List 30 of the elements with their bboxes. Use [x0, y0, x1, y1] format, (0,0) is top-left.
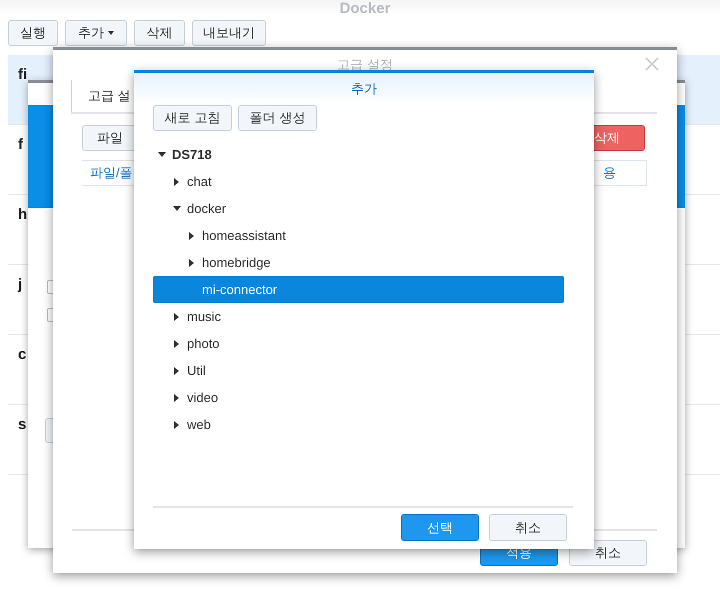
toolbar-button[interactable]: 삭제 [134, 20, 185, 46]
tree-item[interactable]: music [153, 303, 564, 330]
tree-item[interactable]: homeassistant [153, 222, 564, 249]
container-name: j [18, 276, 22, 293]
toolbar-button[interactable]: 내보내기 [192, 20, 266, 46]
container-name: f [18, 136, 23, 153]
expanded-arrow-icon[interactable] [157, 150, 167, 160]
dialog-button[interactable]: 취소 [489, 514, 567, 541]
tree-item[interactable]: docker [153, 195, 564, 222]
tree-item[interactable]: video [153, 384, 564, 411]
tree-item[interactable]: Util [153, 357, 564, 384]
dialog-title-bar: 추가 [134, 73, 594, 105]
container-name: h [18, 206, 28, 223]
toolbar-button[interactable]: 추가 [65, 20, 127, 46]
caret-icon [108, 31, 114, 35]
toolbar-button[interactable]: 새로 고침 [153, 105, 232, 131]
window-title: Docker [338, 0, 392, 18]
container-name: c [18, 346, 26, 363]
tree-item[interactable]: homebridge [153, 249, 564, 276]
container-name: s [18, 416, 26, 433]
column-header[interactable]: 용 [603, 161, 647, 185]
toolbar-button[interactable]: 폴더 생성 [238, 105, 317, 131]
expanded-arrow-icon[interactable] [172, 204, 182, 214]
tree-item[interactable]: web [153, 411, 564, 438]
tree-item[interactable]: photo [153, 330, 564, 357]
tree-item[interactable]: mi-connector [153, 276, 564, 303]
column-header[interactable]: 파일/폴 [82, 163, 133, 183]
tree-item[interactable]: chat [153, 168, 564, 195]
container-name: fi [18, 66, 28, 83]
toolbar-button[interactable]: 실행 [8, 20, 58, 46]
